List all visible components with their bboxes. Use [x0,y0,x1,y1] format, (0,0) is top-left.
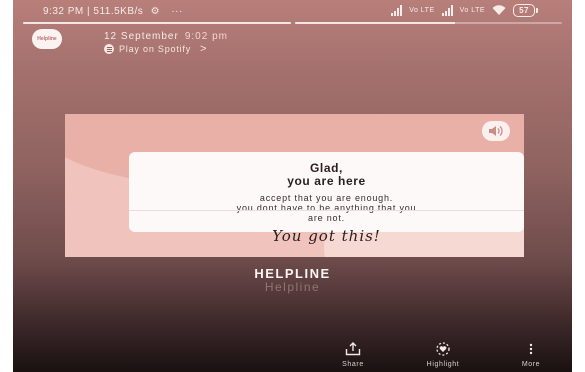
more-button[interactable]: More [501,340,561,368]
note-script-text: You got this! [272,227,381,245]
note-body-line: you dont have to be anything that you [236,203,417,213]
status-time: 9:32 PM | 511.5KB/s ⚙ ··· [43,6,183,17]
story-timestamp: 12 September 9:02 pm [104,31,228,42]
note-subtitle: you are here [287,174,366,188]
more-vertical-icon [529,343,533,355]
spotify-link[interactable]: Play on Spotify > [104,43,207,55]
network-label-2: Vo LTE [459,7,486,14]
wifi-icon [492,5,506,15]
story-viewer: 9:32 PM | 511.5KB/s ⚙ ··· Vo LTE Vo LTE … [13,0,572,372]
status-indicators: Vo LTE Vo LTE 57 [391,4,538,17]
highlight-button[interactable]: Highlight [413,340,473,368]
story-card: Glad, you are here accept that you are e… [65,114,524,257]
battery-icon: 57 [513,4,538,17]
share-label: Share [342,361,364,368]
quote-note: Glad, you are here accept that you are e… [129,152,524,245]
note-body: accept that you are enough. you dont hav… [129,193,524,223]
spotify-icon [104,44,114,54]
network-label-1: Vo LTE [409,7,435,14]
share-button[interactable]: Share [323,340,383,368]
story-progress [23,22,562,25]
sound-button[interactable] [482,121,510,141]
progress-segment [294,22,562,24]
avatar-label: Helpline [37,36,57,42]
story-date: 12 September [104,31,179,42]
avatar[interactable]: Helpline [32,29,62,49]
chevron-right-icon: > [200,43,208,55]
signal-icon-2 [441,5,453,16]
share-icon [345,342,361,356]
spotify-label: Play on Spotify [119,44,192,54]
signal-icon [391,5,403,16]
battery-level: 57 [513,4,535,17]
page-subtitle: Helpline [264,280,321,294]
note-body-line: accept that you are enough. [259,193,394,203]
more-label: More [521,361,541,368]
settings-icon: ⚙ [150,6,161,17]
page-title: HELPLINE [254,266,331,281]
status-time-text: 9:32 PM | 511.5KB/s [43,6,144,17]
story-actions: Share Highlight More [13,340,572,372]
progress-segment [23,22,291,24]
note-body-line: are not. [308,213,345,223]
highlight-icon [436,342,450,356]
overflow-dots-icon: ··· [171,6,183,17]
highlight-label: Highlight [426,361,460,368]
speaker-icon [489,126,503,136]
story-time: 9:02 pm [184,31,228,42]
status-bar: 9:32 PM | 511.5KB/s ⚙ ··· Vo LTE Vo LTE … [13,0,572,22]
